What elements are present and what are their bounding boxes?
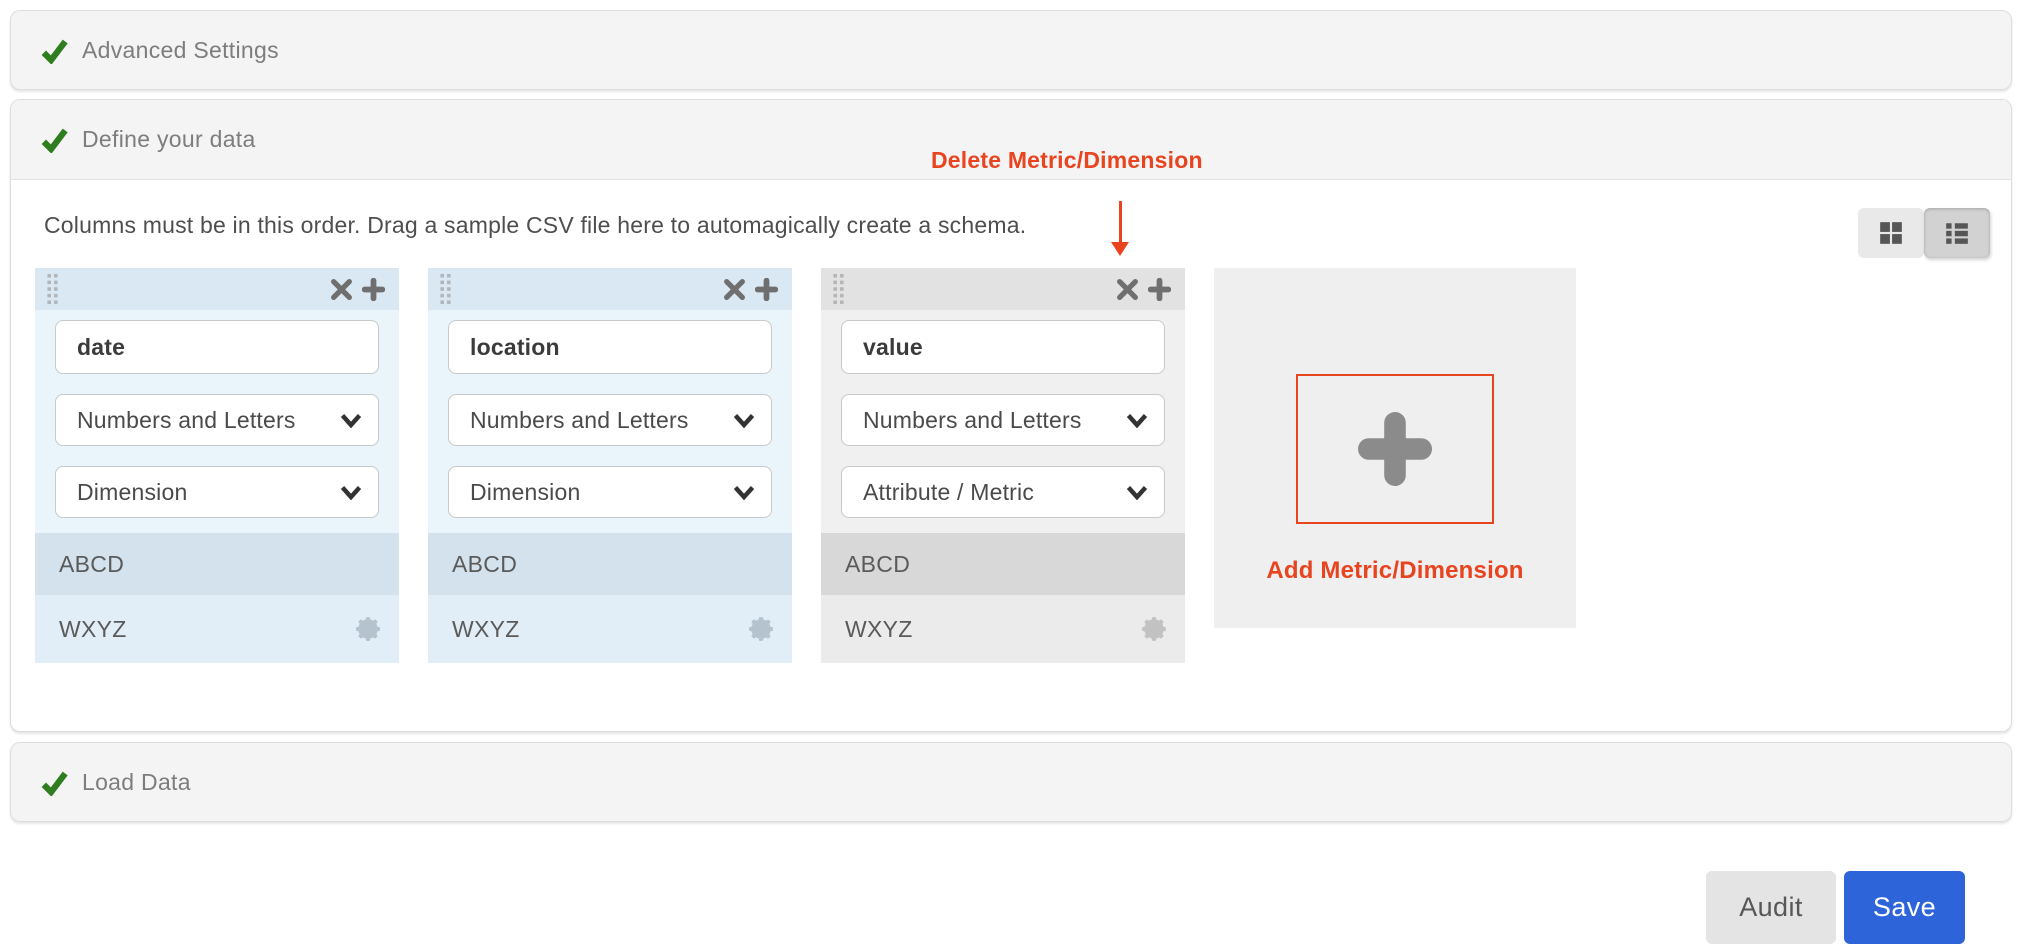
section-title: Define your data: [82, 126, 256, 153]
select-value: Numbers and Letters: [863, 407, 1082, 434]
delete-column-icon[interactable]: [723, 278, 746, 301]
advanced-settings-header[interactable]: Advanced Settings: [11, 11, 2011, 89]
save-button[interactable]: Save: [1844, 871, 1965, 944]
sample-row: WXYZ: [821, 595, 1185, 663]
delete-column-icon[interactable]: [330, 278, 353, 301]
sample-row: ABCD: [821, 533, 1185, 595]
plus-icon: [1358, 412, 1432, 486]
column-name-input[interactable]: [841, 320, 1165, 374]
column-card-fields: Numbers and Letters Dimension: [35, 310, 399, 533]
row-settings-gear-icon[interactable]: [1141, 616, 1167, 642]
column-card-location: Numbers and Letters Dimension ABCD WXYZ: [428, 268, 792, 663]
column-card-date: Numbers and Letters Dimension ABCD WXYZ: [35, 268, 399, 663]
delete-column-icon[interactable]: [1116, 278, 1139, 301]
sample-value: ABCD: [845, 551, 910, 578]
sample-row: WXYZ: [428, 595, 792, 663]
red-down-arrow-icon: [1109, 201, 1131, 257]
column-format-select[interactable]: Numbers and Letters: [448, 394, 772, 446]
select-value: Dimension: [470, 479, 580, 506]
audit-button[interactable]: Audit: [1706, 871, 1836, 944]
chevron-down-icon: [733, 485, 755, 500]
column-role-select[interactable]: Attribute / Metric: [841, 466, 1165, 518]
column-name-input[interactable]: [448, 320, 772, 374]
check-icon: [41, 37, 68, 64]
drag-handle-icon[interactable]: [833, 274, 844, 304]
column-card-value: Numbers and Letters Attribute / Metric A…: [821, 268, 1185, 663]
select-value: Dimension: [77, 479, 187, 506]
column-name-input[interactable]: [55, 320, 379, 374]
sample-value: WXYZ: [452, 616, 520, 643]
footer-actions: Audit Save: [0, 871, 1965, 944]
sample-row: ABCD: [35, 533, 399, 595]
insert-column-icon[interactable]: [1148, 278, 1171, 301]
sample-row: ABCD: [428, 533, 792, 595]
sample-row: WXYZ: [35, 595, 399, 663]
chevron-down-icon: [733, 413, 755, 428]
column-role-select[interactable]: Dimension: [448, 466, 772, 518]
sample-value: WXYZ: [59, 616, 127, 643]
select-value: Numbers and Letters: [77, 407, 296, 434]
column-role-select[interactable]: Dimension: [55, 466, 379, 518]
schema-instruction-text: Columns must be in this order. Drag a sa…: [44, 212, 1987, 239]
schema-columns-row: Numbers and Letters Dimension ABCD WXYZ: [35, 268, 1987, 663]
select-value: Attribute / Metric: [863, 479, 1034, 506]
delete-metric-annotation: Delete Metric/Dimension: [931, 147, 1203, 174]
grid-view-icon: [1878, 220, 1904, 246]
sample-value: WXYZ: [845, 616, 913, 643]
column-card-header: [821, 268, 1185, 310]
load-data-header[interactable]: Load Data: [11, 743, 2011, 821]
drag-handle-icon[interactable]: [440, 274, 451, 304]
list-view-icon: [1944, 220, 1970, 246]
add-metric-button[interactable]: [1296, 374, 1494, 524]
add-metric-panel: Add Metric/Dimension: [1214, 268, 1576, 628]
chevron-down-icon: [340, 485, 362, 500]
section-title: Load Data: [82, 769, 191, 796]
chevron-down-icon: [1126, 413, 1148, 428]
check-icon: [41, 126, 68, 153]
column-card-header: [35, 268, 399, 310]
chevron-down-icon: [1126, 485, 1148, 500]
section-title: Advanced Settings: [82, 37, 279, 64]
select-value: Numbers and Letters: [470, 407, 689, 434]
define-data-panel: Define your data Delete Metric/Dimension…: [10, 99, 2012, 732]
view-toggle-group: [1858, 208, 1990, 258]
column-card-header: [428, 268, 792, 310]
sample-value: ABCD: [452, 551, 517, 578]
column-card-fields: Numbers and Letters Dimension: [428, 310, 792, 533]
insert-column-icon[interactable]: [755, 278, 778, 301]
grid-view-button[interactable]: [1858, 208, 1924, 258]
sample-value: ABCD: [59, 551, 124, 578]
column-card-fields: Numbers and Letters Attribute / Metric: [821, 310, 1185, 533]
column-format-select[interactable]: Numbers and Letters: [841, 394, 1165, 446]
load-data-panel: Load Data: [10, 742, 2012, 822]
define-data-body: Columns must be in this order. Drag a sa…: [11, 180, 2011, 731]
row-settings-gear-icon[interactable]: [748, 616, 774, 642]
list-view-button[interactable]: [1924, 208, 1990, 258]
advanced-settings-panel: Advanced Settings: [10, 10, 2012, 90]
insert-column-icon[interactable]: [362, 278, 385, 301]
row-settings-gear-icon[interactable]: [355, 616, 381, 642]
drag-handle-icon[interactable]: [47, 274, 58, 304]
chevron-down-icon: [340, 413, 362, 428]
column-format-select[interactable]: Numbers and Letters: [55, 394, 379, 446]
check-icon: [41, 769, 68, 796]
add-metric-annotation: Add Metric/Dimension: [1266, 557, 1523, 585]
